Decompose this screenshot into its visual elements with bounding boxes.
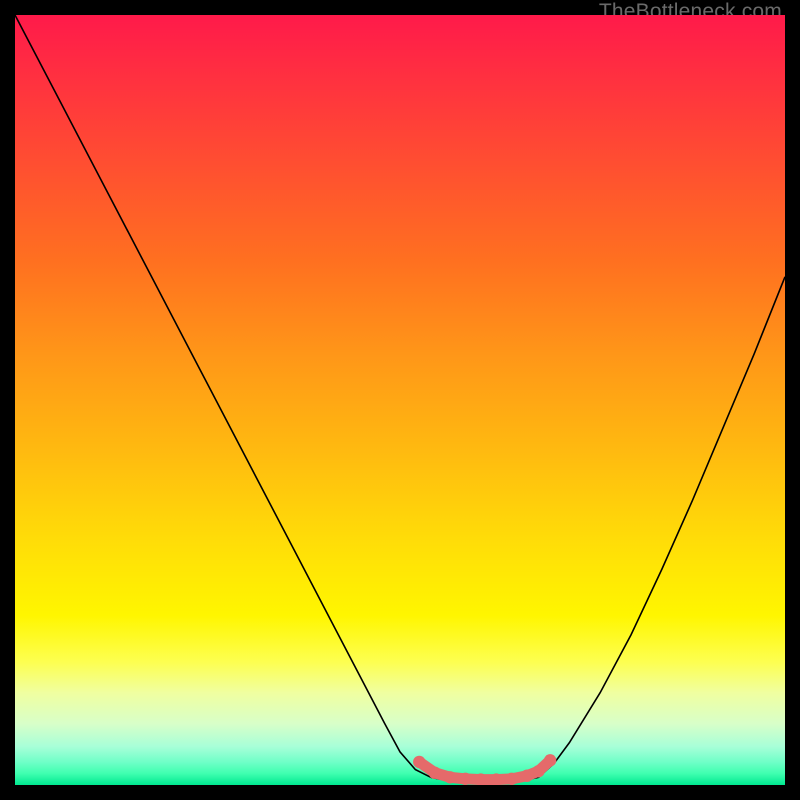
- band-dot: [444, 771, 456, 783]
- band-dot: [459, 773, 471, 785]
- band-dot: [521, 770, 533, 782]
- left-curve: [15, 15, 431, 777]
- chart-svg: [15, 15, 785, 785]
- band-dot: [544, 754, 556, 766]
- optimal-band-dots: [413, 754, 556, 785]
- plot-area: [15, 15, 785, 785]
- band-dot: [505, 773, 517, 785]
- band-dot: [532, 765, 544, 777]
- chart-container: TheBottleneck.com: [0, 0, 800, 800]
- band-dot: [413, 756, 425, 768]
- right-curve: [539, 277, 785, 778]
- band-dot: [428, 766, 440, 778]
